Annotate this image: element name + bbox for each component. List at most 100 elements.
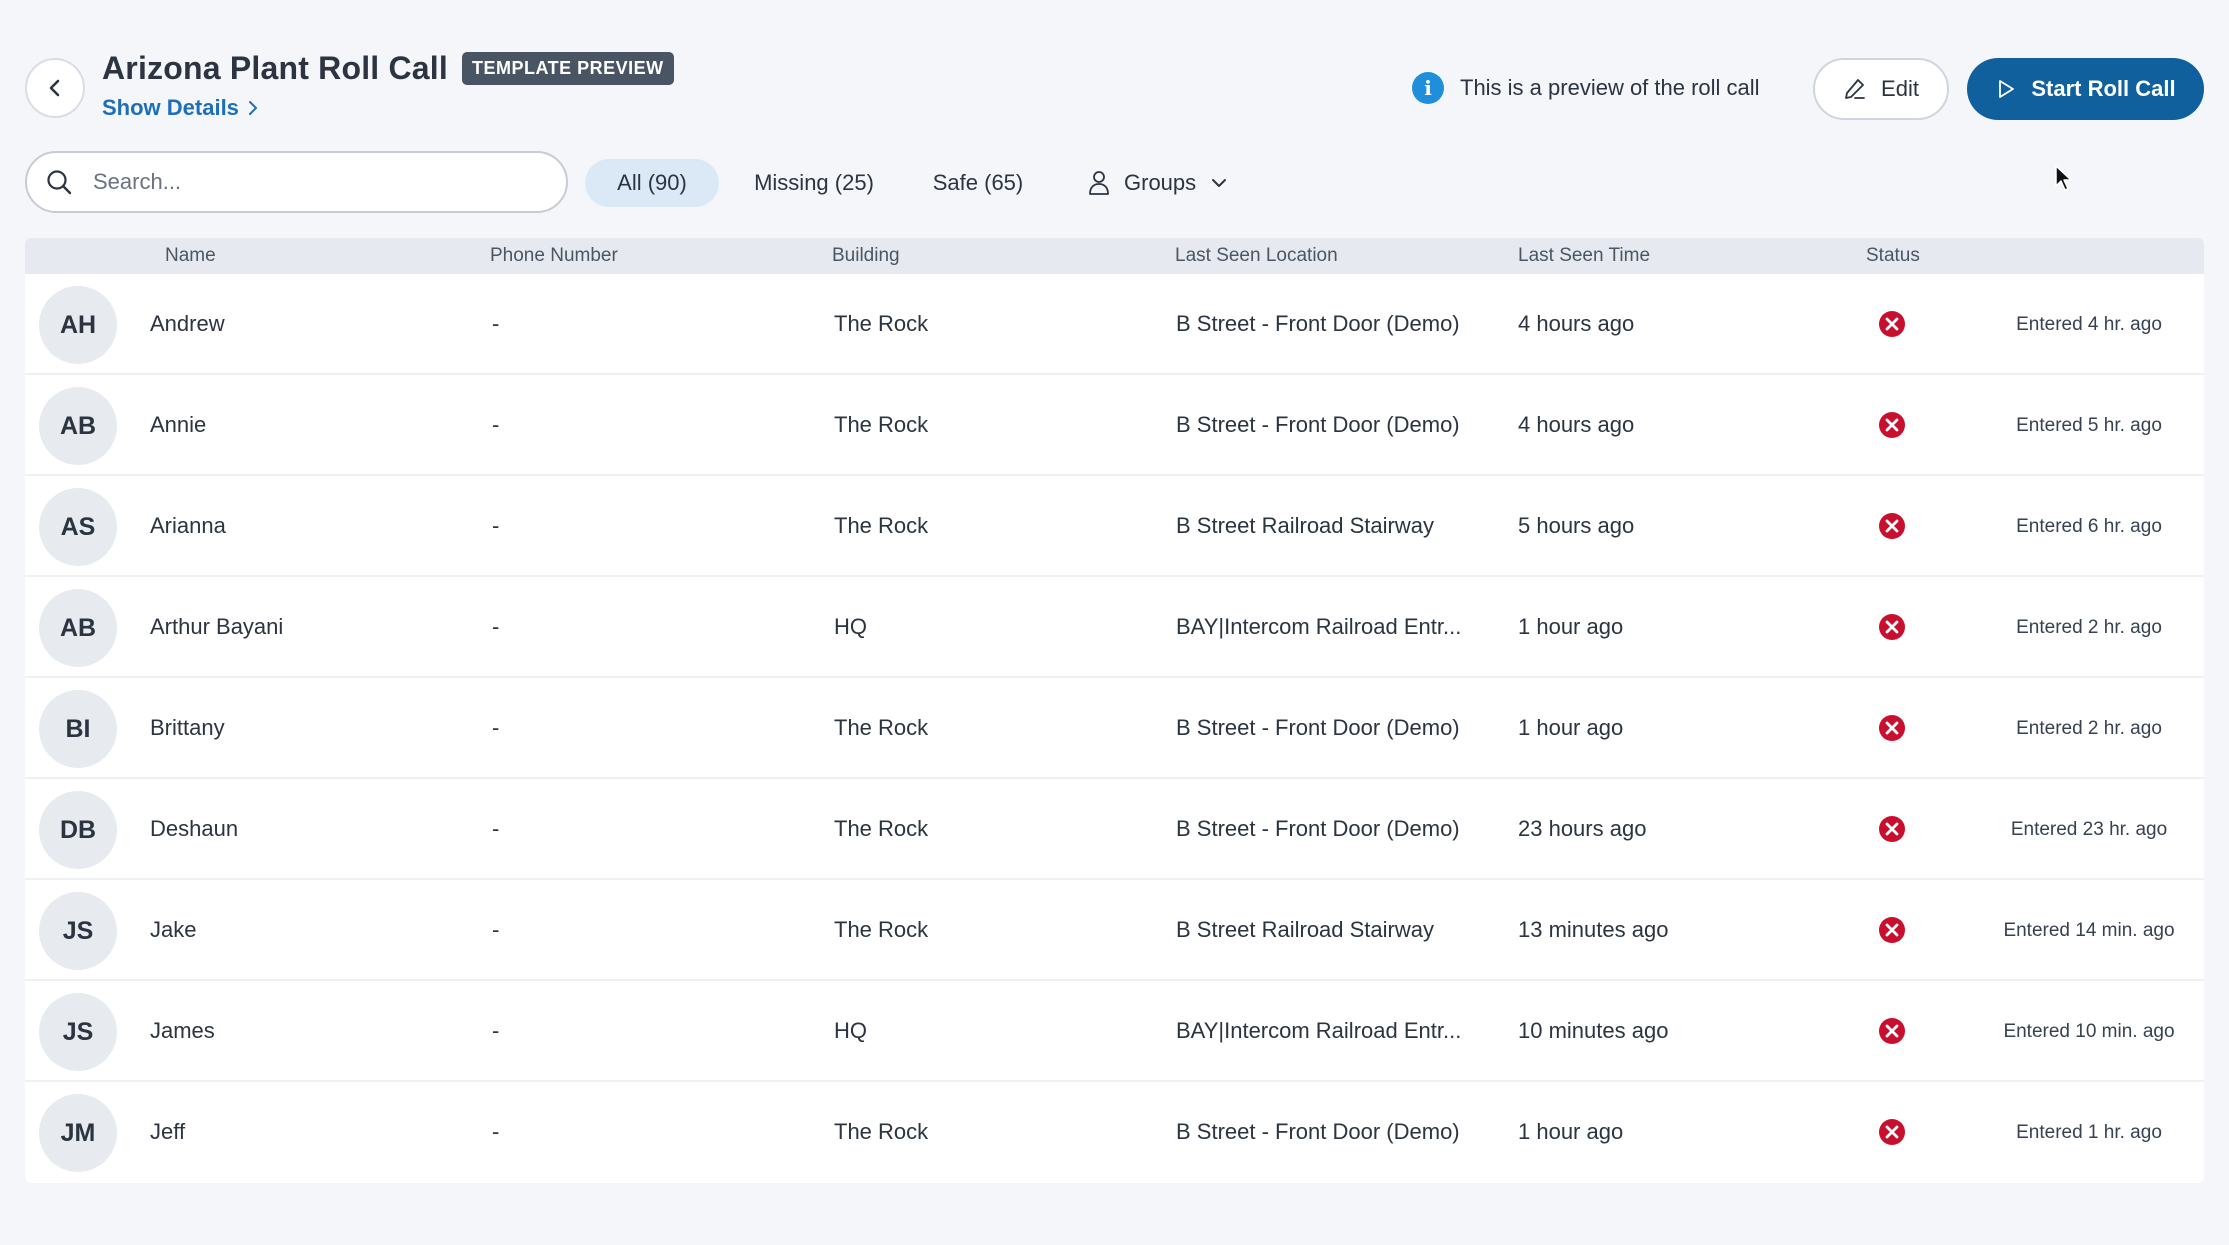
table-row[interactable]: AS Arianna - The Rock B Street Railroad … bbox=[25, 476, 2204, 577]
missing-status-icon bbox=[1879, 614, 1905, 640]
play-icon bbox=[1999, 80, 2015, 98]
entered-time: Entered 10 min. ago bbox=[2003, 1021, 2175, 1042]
last-seen-time: 10 minutes ago bbox=[1518, 1018, 1669, 1043]
table-row[interactable]: BI Brittany - The Rock B Street - Front … bbox=[25, 678, 2204, 779]
table-row[interactable]: JM Jeff - The Rock B Street - Front Door… bbox=[25, 1082, 2204, 1183]
avatar: AH bbox=[39, 286, 117, 364]
table-row[interactable]: DB Deshaun - The Rock B Street - Front D… bbox=[25, 779, 2204, 880]
last-seen-location: B Street - Front Door (Demo) bbox=[1176, 311, 1460, 336]
phone-number: - bbox=[492, 513, 500, 538]
edit-label: Edit bbox=[1881, 76, 1919, 101]
person-name: Andrew bbox=[150, 311, 225, 336]
last-seen-location: BAY|Intercom Railroad Entr... bbox=[1176, 614, 1462, 639]
building: HQ bbox=[834, 614, 867, 639]
phone-number: - bbox=[492, 1119, 500, 1144]
chevron-left-icon bbox=[49, 79, 60, 97]
search-input[interactable] bbox=[93, 169, 533, 195]
filter-all-tab[interactable]: All (90) bbox=[585, 159, 719, 207]
table-row[interactable]: AH Andrew - The Rock B Street - Front Do… bbox=[25, 274, 2204, 375]
missing-status-icon bbox=[1879, 816, 1905, 842]
building: HQ bbox=[834, 1018, 867, 1043]
preview-notice-text: This is a preview of the roll call bbox=[1460, 75, 1760, 100]
missing-status-icon bbox=[1879, 513, 1905, 539]
person-name: Arthur Bayani bbox=[150, 614, 284, 639]
search-box[interactable] bbox=[25, 151, 568, 213]
building: The Rock bbox=[834, 412, 929, 437]
back-button[interactable] bbox=[25, 58, 85, 118]
show-details-link[interactable]: Show Details bbox=[102, 95, 259, 121]
last-seen-location: B Street - Front Door (Demo) bbox=[1176, 715, 1460, 740]
entered-time: Entered 2 hr. ago bbox=[2016, 718, 2162, 739]
phone-number: - bbox=[492, 816, 500, 841]
entered-time: Entered 1 hr. ago bbox=[2016, 1122, 2162, 1143]
missing-status-icon bbox=[1879, 715, 1905, 741]
entered-time: Entered 5 hr. ago bbox=[2016, 415, 2162, 436]
last-seen-time: 1 hour ago bbox=[1518, 715, 1624, 740]
building: The Rock bbox=[834, 1119, 929, 1144]
avatar: BI bbox=[39, 690, 117, 768]
column-header-time: Last Seen Time bbox=[1518, 245, 1651, 266]
person-name: Annie bbox=[150, 412, 207, 437]
template-preview-badge: TEMPLATE PREVIEW bbox=[461, 52, 674, 85]
pencil-icon bbox=[1845, 79, 1865, 99]
page-header: Arizona Plant Roll Call TEMPLATE PREVIEW… bbox=[102, 50, 674, 121]
table-row[interactable]: AB Annie - The Rock B Street - Front Doo… bbox=[25, 375, 2204, 476]
info-icon: i bbox=[1412, 72, 1444, 104]
last-seen-time: 1 hour ago bbox=[1518, 1119, 1624, 1144]
missing-status-icon bbox=[1879, 917, 1905, 943]
column-header-building: Building bbox=[832, 245, 900, 266]
avatar: DB bbox=[39, 791, 117, 869]
entered-time: Entered 6 hr. ago bbox=[2016, 516, 2162, 537]
edit-button[interactable]: Edit bbox=[1813, 58, 1949, 120]
missing-status-icon bbox=[1879, 1119, 1905, 1145]
table-header: Name Phone Number Building Last Seen Loc… bbox=[25, 238, 2204, 274]
last-seen-time: 4 hours ago bbox=[1518, 311, 1635, 336]
missing-status-icon bbox=[1879, 311, 1905, 337]
person-name: Deshaun bbox=[150, 816, 239, 841]
phone-number: - bbox=[492, 614, 500, 639]
chevron-right-icon bbox=[248, 101, 257, 115]
person-name: Jake bbox=[150, 917, 197, 942]
start-roll-call-label: Start Roll Call bbox=[2031, 76, 2176, 101]
table-row[interactable]: JS James - HQ BAY|Intercom Railroad Entr… bbox=[25, 981, 2204, 1082]
column-header-status: Status bbox=[1866, 245, 1920, 266]
avatar: AS bbox=[39, 488, 117, 566]
last-seen-location: BAY|Intercom Railroad Entr... bbox=[1176, 1018, 1462, 1043]
last-seen-time: 5 hours ago bbox=[1518, 513, 1635, 538]
building: The Rock bbox=[834, 715, 929, 740]
last-seen-location: B Street Railroad Stairway bbox=[1176, 917, 1434, 942]
person-icon bbox=[1089, 171, 1109, 195]
entered-time: Entered 2 hr. ago bbox=[2016, 617, 2162, 638]
avatar: JS bbox=[39, 892, 117, 970]
column-header-name: Name bbox=[165, 245, 216, 266]
show-details-label: Show Details bbox=[102, 95, 239, 120]
building: The Rock bbox=[834, 513, 929, 538]
avatar: AB bbox=[39, 387, 117, 465]
phone-number: - bbox=[492, 1018, 500, 1043]
avatar: JM bbox=[39, 1094, 117, 1172]
last-seen-time: 4 hours ago bbox=[1518, 412, 1635, 437]
person-name: Arianna bbox=[150, 513, 226, 538]
last-seen-time: 13 minutes ago bbox=[1518, 917, 1669, 942]
person-name: James bbox=[150, 1018, 215, 1043]
last-seen-location: B Street - Front Door (Demo) bbox=[1176, 412, 1460, 437]
missing-status-icon bbox=[1879, 1018, 1905, 1044]
filter-missing-tab[interactable]: Missing (25) bbox=[735, 159, 893, 207]
building: The Rock bbox=[834, 311, 929, 336]
start-roll-call-button[interactable]: Start Roll Call bbox=[1967, 58, 2204, 120]
avatar: AB bbox=[39, 589, 117, 667]
preview-notice: i This is a preview of the roll call bbox=[1412, 72, 1760, 104]
table-row[interactable]: AB Arthur Bayani - HQ BAY|Intercom Railr… bbox=[25, 577, 2204, 678]
last-seen-location: B Street - Front Door (Demo) bbox=[1176, 1119, 1460, 1144]
groups-dropdown[interactable]: Groups bbox=[1088, 159, 1228, 207]
person-name: Brittany bbox=[150, 715, 225, 740]
filter-safe-tab[interactable]: Safe (65) bbox=[916, 159, 1040, 207]
entered-time: Entered 4 hr. ago bbox=[2016, 314, 2162, 335]
building: The Rock bbox=[834, 816, 929, 841]
phone-number: - bbox=[492, 412, 500, 437]
groups-label: Groups bbox=[1124, 170, 1197, 195]
last-seen-time: 23 hours ago bbox=[1518, 816, 1647, 841]
table-row[interactable]: JS Jake - The Rock B Street Railroad Sta… bbox=[25, 880, 2204, 981]
missing-status-icon bbox=[1879, 412, 1905, 438]
phone-number: - bbox=[492, 917, 500, 942]
